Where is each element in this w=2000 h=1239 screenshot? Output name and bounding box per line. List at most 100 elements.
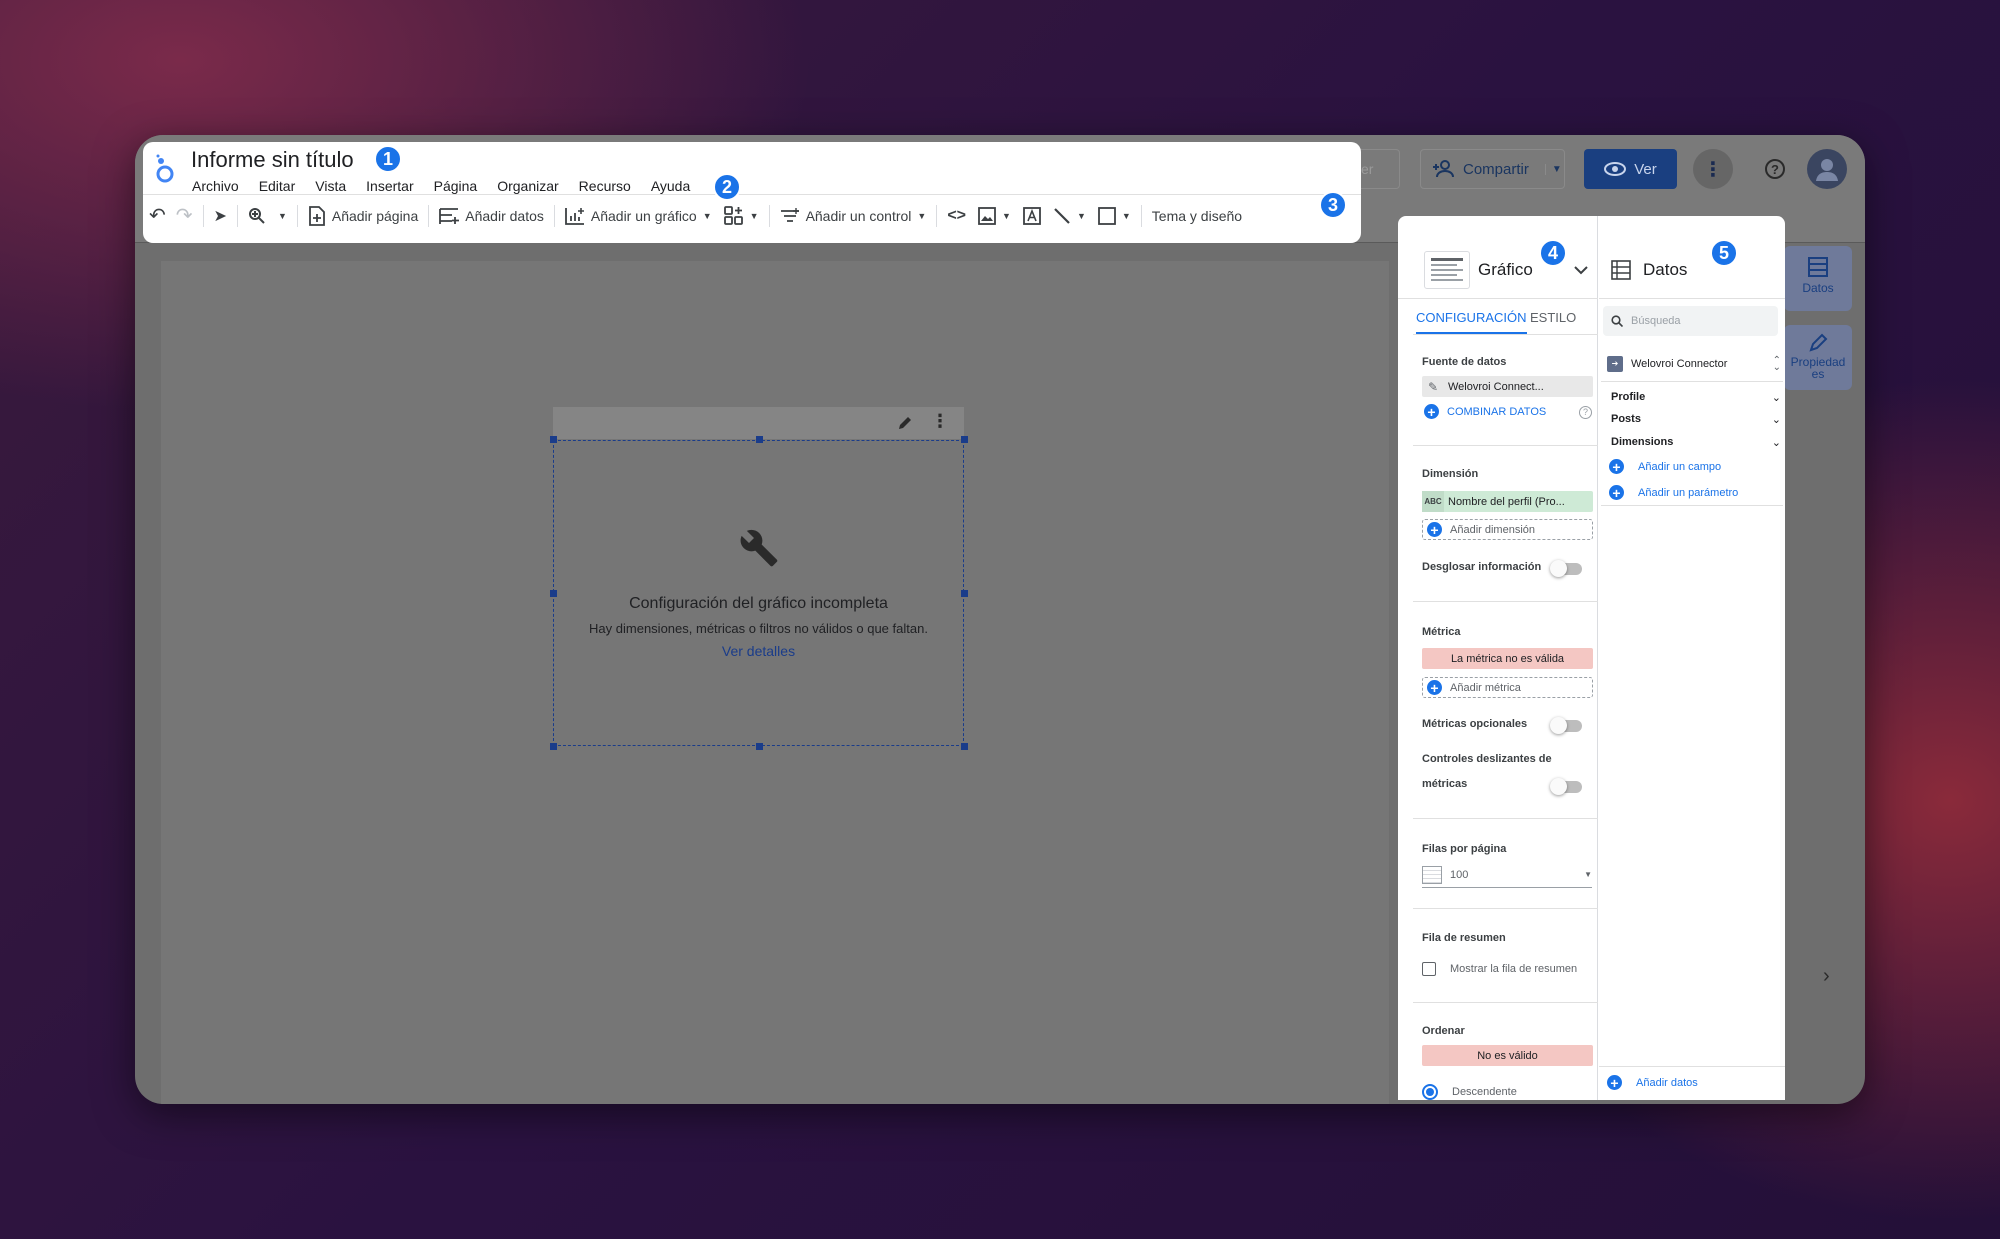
resize-handle[interactable]	[756, 743, 763, 750]
metric-sliders-toggle[interactable]	[1550, 778, 1582, 795]
tab-style[interactable]: ESTILO	[1530, 310, 1576, 325]
undo-icon[interactable]: ↶	[149, 203, 166, 228]
more-options-button[interactable]: ⋮	[1693, 149, 1733, 189]
image-button[interactable]: ▼	[978, 206, 1011, 225]
menu-help[interactable]: Ayuda	[651, 178, 690, 194]
divider	[768, 204, 770, 227]
field-group-profile[interactable]: Profile ⌄	[1611, 391, 1781, 404]
divider	[1398, 298, 1598, 299]
rows-per-page-select[interactable]: 100 ▼	[1422, 862, 1592, 888]
add-parameter-button[interactable]: + Añadir un parámetro	[1609, 485, 1738, 500]
menu-view[interactable]: Vista	[315, 178, 346, 194]
shape-button[interactable]: ▼	[1097, 206, 1131, 225]
metric-invalid-chip[interactable]: La métrica no es válida	[1422, 648, 1593, 669]
callout-badge-1: 1	[374, 145, 402, 173]
resize-handle[interactable]	[756, 436, 763, 443]
side-tab-properties[interactable]: Propiedad es	[1784, 325, 1852, 390]
redo-icon[interactable]: ↷	[176, 203, 193, 228]
add-chart-icon	[564, 207, 584, 225]
view-button[interactable]: Ver	[1584, 149, 1677, 189]
resize-handle[interactable]	[550, 590, 557, 597]
divider	[1413, 818, 1598, 819]
data-source-chip[interactable]: ✎ Welovroi Connect...	[1422, 376, 1593, 397]
rows-per-page-value: 100	[1450, 868, 1469, 881]
text-box-icon[interactable]	[1023, 206, 1041, 225]
add-dimension-label: Añadir dimensión	[1450, 523, 1535, 536]
chevron-down-icon: ⌄	[1771, 392, 1781, 404]
zoom-dropdown-icon: ▼	[277, 210, 287, 221]
line-button[interactable]: ▼	[1053, 207, 1086, 225]
help-icon[interactable]: ?	[1579, 406, 1592, 419]
account-icon	[1816, 159, 1838, 181]
add-metric-button[interactable]: + Añadir métrica	[1422, 677, 1593, 698]
side-tab-data[interactable]: Datos	[1784, 246, 1852, 311]
add-data-icon	[439, 207, 460, 224]
field-group-label: Profile	[1611, 391, 1646, 403]
collapse-icon[interactable]: ⌃ ⌄	[1773, 356, 1781, 373]
divider	[202, 204, 204, 227]
add-dimension-button[interactable]: + Añadir dimensión	[1422, 519, 1593, 540]
resize-handle[interactable]	[961, 743, 968, 750]
resize-handle[interactable]	[550, 743, 557, 750]
control-icon	[780, 207, 799, 222]
add-data-footer-button[interactable]: + Añadir datos	[1607, 1075, 1698, 1090]
menu-insert[interactable]: Insertar	[366, 178, 413, 194]
select-cursor-icon[interactable]: ➤	[214, 206, 227, 226]
optional-metrics-toggle[interactable]	[1550, 717, 1582, 734]
zoom-button[interactable]: ▼	[248, 207, 287, 225]
data-source-label: Fuente de datos	[1422, 356, 1507, 368]
blend-data-button[interactable]: + COMBINAR DATOS	[1424, 404, 1546, 419]
chart-type-selector[interactable]: Gráfico	[1424, 250, 1594, 290]
theme-button[interactable]: Tema y diseño	[1152, 208, 1242, 224]
add-control-button[interactable]: Añadir un control ▼	[780, 207, 926, 224]
menu-file[interactable]: Archivo	[192, 178, 239, 194]
resize-handle[interactable]	[550, 436, 557, 443]
add-data-button[interactable]: Añadir datos	[439, 207, 544, 225]
menu-edit[interactable]: Editar	[259, 178, 296, 194]
search-icon	[1611, 315, 1623, 327]
summary-row-checkbox[interactable]: Mostrar la fila de resumen	[1422, 962, 1577, 976]
chart-placeholder[interactable]: Configuración del gráfico incompleta Hay…	[553, 440, 964, 746]
chevron-down-icon: ⌄	[1771, 414, 1781, 426]
metric-label: Métrica	[1422, 626, 1461, 638]
field-group-posts[interactable]: Posts ⌄	[1611, 413, 1781, 426]
connector-row[interactable]: ➔ Welovroi Connector ⌃ ⌄	[1607, 356, 1781, 373]
add-page-button[interactable]: Añadir página	[308, 205, 418, 226]
resize-handle[interactable]	[961, 436, 968, 443]
add-field-button[interactable]: + Añadir un campo	[1609, 459, 1721, 474]
avatar[interactable]	[1807, 149, 1847, 189]
embed-code-icon[interactable]: <>	[947, 207, 966, 225]
metric-sliders-label: Controles deslizantes de	[1422, 753, 1552, 765]
sort-invalid-chip[interactable]: No es válido	[1422, 1045, 1593, 1066]
community-viz-button[interactable]: ▼	[723, 205, 759, 226]
add-chart-button[interactable]: Añadir un gráfico ▼	[564, 207, 712, 225]
edit-icon[interactable]	[897, 415, 913, 431]
drill-down-toggle[interactable]	[1550, 560, 1582, 577]
properties-panel: Gráfico CONFIGURACIÓN ESTILO Fuente de d…	[1398, 216, 1785, 1100]
resize-handle[interactable]	[961, 590, 968, 597]
share-dropdown-icon[interactable]: ▼	[1544, 163, 1562, 175]
tab-setup[interactable]: CONFIGURACIÓN	[1416, 310, 1527, 334]
share-button[interactable]: Compartir ▼	[1420, 149, 1565, 189]
field-group-dimensions[interactable]: Dimensions ⌄	[1611, 436, 1781, 449]
divider	[1601, 505, 1783, 506]
help-button[interactable]: ?	[1755, 149, 1795, 189]
side-tab-properties-label-2: es	[1811, 367, 1825, 381]
sort-label: Ordenar	[1422, 1025, 1465, 1037]
divider	[1140, 204, 1142, 227]
connector-name: Welovroi Connector	[1631, 358, 1728, 370]
chart-details-link[interactable]: Ver detalles	[554, 643, 963, 659]
menu-page[interactable]: Página	[434, 178, 478, 194]
dimension-chip[interactable]: ABC Nombre del perfil (Pro...	[1422, 491, 1593, 512]
menu-arrange[interactable]: Organizar	[497, 178, 558, 194]
chart-error-desc: Hay dimensiones, métricas o filtros no v…	[589, 621, 928, 636]
report-title[interactable]: Informe sin título	[191, 147, 354, 173]
chevron-right-icon[interactable]: ›	[1823, 965, 1830, 988]
chart-more-icon[interactable]: ⋮	[931, 411, 949, 432]
field-search-input[interactable]: Búsqueda	[1603, 306, 1778, 336]
sort-descending-radio[interactable]: Descendente	[1422, 1084, 1517, 1100]
pencil-icon	[1809, 333, 1828, 352]
add-chart-label: Añadir un gráfico	[590, 207, 697, 224]
divider	[1413, 445, 1598, 446]
menu-resource[interactable]: Recurso	[579, 178, 631, 194]
